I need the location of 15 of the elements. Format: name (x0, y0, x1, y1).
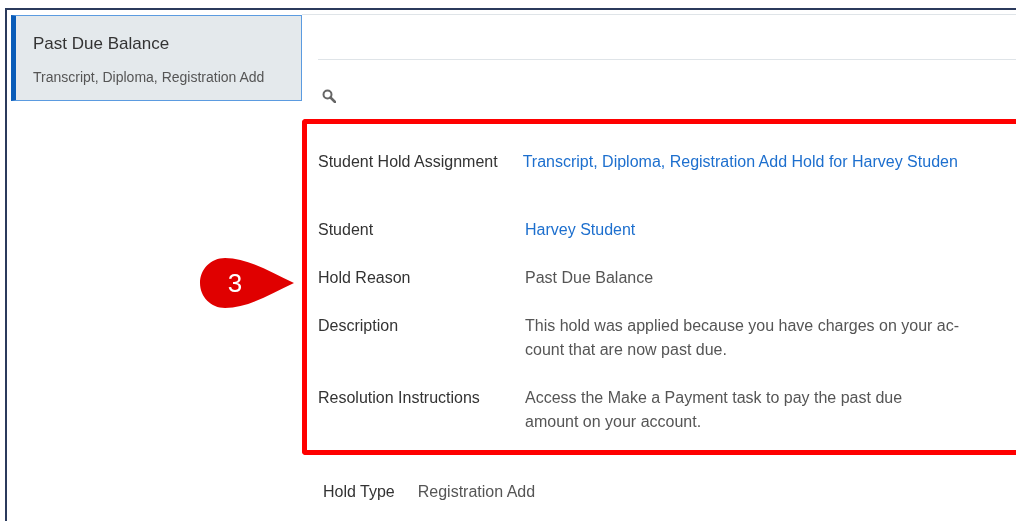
search-icon[interactable] (322, 89, 336, 103)
field-link[interactable]: Transcript, Diploma, Registration Add Hold for Harvey Studen (522, 150, 958, 174)
step-badge: 3 (199, 257, 295, 309)
field-label: Student (318, 220, 375, 240)
field-label: Description (318, 316, 400, 336)
sidebar-item[interactable]: Past Due Balance Transcript, Diploma, Registration Add (11, 15, 302, 101)
field-value: Access the Make a Payment task to pay the past due amount on your account. (525, 388, 903, 432)
field-label: Resolution Instructions (318, 388, 481, 408)
field-label: Student Hold Assignment (318, 152, 498, 172)
field-label: Hold Reason (318, 268, 412, 288)
field-link[interactable]: Harvey Student (525, 218, 636, 242)
field-value: Past Due Balance (525, 268, 654, 288)
field-label: Hold Type (323, 482, 395, 502)
field-value: This hold was applied because you have charges on your ac- count that are now past due. (525, 316, 960, 360)
field-value: Registration Add (417, 482, 536, 502)
